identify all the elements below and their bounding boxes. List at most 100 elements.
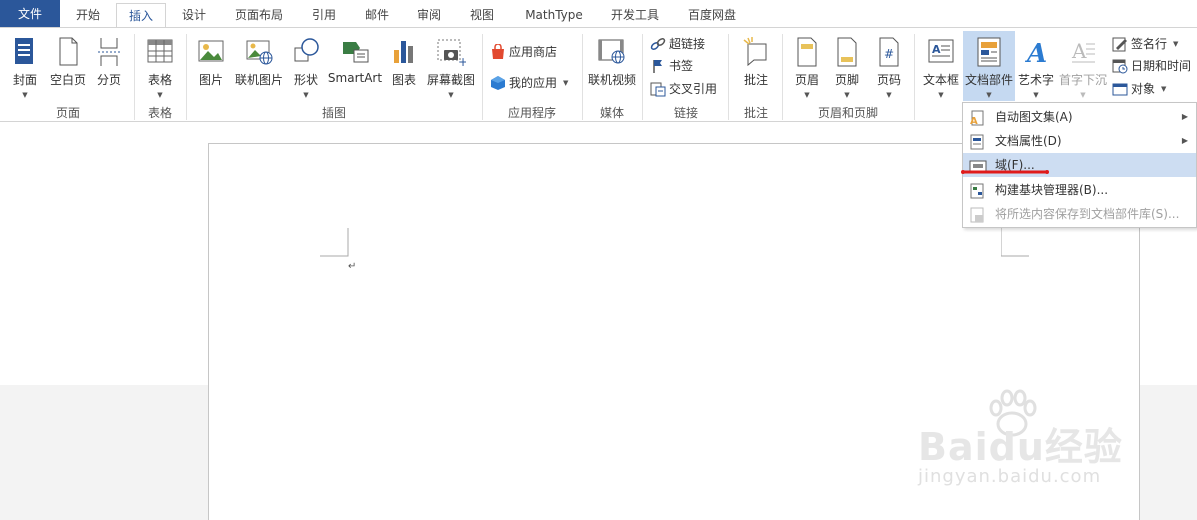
blank-page-button[interactable]: 空白页 xyxy=(46,36,90,88)
table-icon xyxy=(147,39,173,63)
chevron-down-icon: ▼ xyxy=(986,91,992,99)
menu-item-save-to-gallery[interactable]: 将所选内容保存到文档部件库(S)... xyxy=(963,202,1196,226)
group-label-pages: 页面 xyxy=(55,106,80,120)
margin-corner-mark xyxy=(1001,228,1029,257)
group-label-tables: 表格 xyxy=(147,106,172,120)
tab-review[interactable]: 审阅 xyxy=(406,3,452,28)
chevron-down-icon: ▼ xyxy=(563,79,569,87)
wordart-icon: A xyxy=(1024,39,1047,68)
drop-cap-button[interactable]: A 首字下沉 ▼ xyxy=(1058,36,1108,99)
group-separator xyxy=(186,34,187,120)
chevron-down-icon: ▼ xyxy=(1080,91,1086,99)
document-property-icon xyxy=(970,134,984,150)
shapes-icon xyxy=(294,38,319,62)
footer-button[interactable]: 页脚 ▼ xyxy=(830,36,864,99)
header-button[interactable]: 页眉 ▼ xyxy=(790,36,824,99)
chevron-down-icon: ▼ xyxy=(804,91,810,99)
svg-text:A: A xyxy=(932,43,941,56)
screenshot-button[interactable]: + 屏幕截图 ▼ xyxy=(424,36,478,99)
hyperlink-icon xyxy=(650,38,666,50)
comment-icon xyxy=(743,37,767,67)
tab-mailings[interactable]: 邮件 xyxy=(354,3,400,28)
signature-line-button[interactable]: 签名行 ▼ xyxy=(1112,34,1178,54)
smartart-button[interactable]: SmartArt xyxy=(326,36,384,85)
object-icon xyxy=(1112,83,1128,96)
cover-page-icon xyxy=(15,38,33,64)
group-label-apps: 应用程序 xyxy=(507,106,556,120)
chevron-down-icon: ▼ xyxy=(886,91,892,99)
chevron-down-icon: ▼ xyxy=(22,91,28,99)
tab-design[interactable]: 设计 xyxy=(170,3,218,28)
baidu-jingyan-watermark: Baidu经验 jingyan.baidu.com xyxy=(918,388,1168,498)
screenshot-icon: + xyxy=(437,39,466,68)
group-separator xyxy=(482,34,483,120)
date-time-button[interactable]: 日期和时间 xyxy=(1112,56,1191,76)
my-apps-button[interactable]: 我的应用 ▼ xyxy=(490,73,568,93)
group-separator xyxy=(728,34,729,120)
page-break-icon xyxy=(98,38,120,66)
group-label-illustrations: 插图 xyxy=(321,106,346,120)
chevron-down-icon: ▼ xyxy=(1161,85,1167,93)
margin-corner-mark xyxy=(320,228,349,257)
chevron-down-icon: ▼ xyxy=(938,91,944,99)
new-comment-button[interactable]: 批注 xyxy=(736,36,776,88)
autotext-icon: A xyxy=(970,110,984,126)
chart-button[interactable]: 图表 xyxy=(388,36,420,88)
tab-insert[interactable]: 插入 xyxy=(116,3,166,28)
table-button[interactable]: 表格 ▼ xyxy=(142,36,178,99)
hyperlink-button[interactable]: 超链接 xyxy=(650,34,705,54)
store-button[interactable]: 应用商店 xyxy=(490,42,557,62)
quick-parts-button[interactable]: 文档部件 ▼ xyxy=(964,36,1014,99)
cover-page-button[interactable]: 封面 ▼ xyxy=(8,36,42,99)
cross-reference-button[interactable]: 交叉引用 xyxy=(650,79,717,99)
store-icon xyxy=(492,44,504,59)
group-separator xyxy=(582,34,583,120)
header-icon xyxy=(797,37,817,67)
page-break-button[interactable]: 分页 xyxy=(92,36,126,88)
tab-home[interactable]: 开始 xyxy=(64,3,112,28)
group-separator xyxy=(642,34,643,120)
textbox-button[interactable]: A 文本框 ▼ xyxy=(920,36,962,99)
bookmark-icon xyxy=(653,60,662,73)
tab-references[interactable]: 引用 xyxy=(300,3,348,28)
submenu-arrow-icon: ▶ xyxy=(1181,136,1188,145)
svg-text:+: + xyxy=(458,55,466,68)
picture-button[interactable]: 图片 xyxy=(194,36,228,88)
wordart-button[interactable]: A 艺术字 ▼ xyxy=(1016,36,1056,99)
online-picture-button[interactable]: 联机图片 xyxy=(232,36,286,88)
tab-baidu-netdisk[interactable]: 百度网盘 xyxy=(676,3,748,28)
tab-view[interactable]: 视图 xyxy=(458,3,506,28)
page-number-button[interactable]: # 页码 ▼ xyxy=(872,36,906,99)
group-label-media: 媒体 xyxy=(599,106,624,120)
menu-item-building-blocks-organizer[interactable]: 构建基块管理器(B)... xyxy=(963,178,1196,202)
group-separator xyxy=(782,34,783,120)
group-separator xyxy=(914,34,915,120)
textbox-icon: A xyxy=(928,39,954,63)
online-video-button[interactable]: 联机视频 xyxy=(586,36,638,88)
save-selection-icon xyxy=(970,207,984,223)
tab-mathtype[interactable]: MathType xyxy=(512,3,596,28)
object-button[interactable]: 对象 ▼ xyxy=(1112,79,1166,99)
calendar-clock-icon xyxy=(1112,59,1128,74)
svg-text:#: # xyxy=(884,47,894,61)
chevron-down-icon: ▼ xyxy=(303,91,309,99)
tab-developer[interactable]: 开发工具 xyxy=(600,3,670,28)
ribbon-tab-bar: 文件 开始 插入 设计 页面布局 引用 邮件 审阅 视图 MathType 开发… xyxy=(0,0,1197,28)
online-video-icon xyxy=(598,39,625,64)
menu-item-document-property[interactable]: 文档属性(D) ▶ xyxy=(963,129,1196,153)
page-number-icon: # xyxy=(879,37,899,67)
cross-reference-icon xyxy=(650,82,666,97)
tab-page-layout[interactable]: 页面布局 xyxy=(224,3,294,28)
drop-cap-icon: A xyxy=(1071,39,1095,63)
quick-parts-menu: A 自动图文集(A) ▶ 文档属性(D) ▶ 域(F)... 构建基块管理器(B… xyxy=(962,102,1197,228)
building-blocks-icon xyxy=(970,183,984,199)
chevron-down-icon: ▼ xyxy=(157,91,163,99)
quick-parts-icon xyxy=(977,37,1001,67)
footer-icon xyxy=(837,37,857,67)
tab-file[interactable]: 文件 xyxy=(0,0,60,28)
menu-item-autotext[interactable]: A 自动图文集(A) ▶ xyxy=(963,105,1196,129)
bookmark-button[interactable]: 书签 xyxy=(650,56,693,76)
shapes-button[interactable]: 形状 ▼ xyxy=(290,36,322,99)
chevron-down-icon: ▼ xyxy=(1033,91,1039,99)
blank-page-icon xyxy=(59,37,78,66)
